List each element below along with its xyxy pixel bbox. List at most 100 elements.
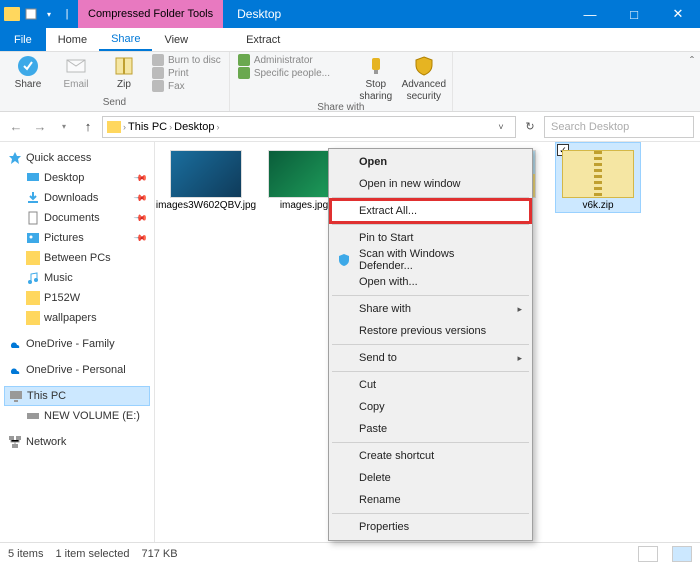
file-item[interactable]: images3W602QBV.jpg	[167, 150, 245, 211]
sidebar-item-between[interactable]: Between PCs	[4, 248, 150, 268]
sidebar-network[interactable]: Network	[4, 432, 150, 452]
file-item-selected[interactable]: ✓ v6k.zip	[559, 150, 637, 211]
admin-button[interactable]: Administrator	[238, 54, 348, 66]
sidebar-item-desktop[interactable]: Desktop📌	[4, 168, 150, 188]
menu-separator	[332, 442, 529, 443]
sidebar-new-volume[interactable]: NEW VOLUME (E:)	[4, 406, 150, 426]
qat-separator: |	[60, 7, 74, 21]
sidebar-item-pictures[interactable]: Pictures📌	[4, 228, 150, 248]
menu-share-with[interactable]: Share with▸	[331, 298, 530, 320]
burn-button[interactable]: Burn to disc	[152, 54, 221, 66]
menu-create-shortcut[interactable]: Create shortcut	[331, 445, 530, 467]
share-button[interactable]: Share	[8, 54, 48, 90]
menu-separator	[332, 197, 529, 198]
specific-people-button[interactable]: Specific people...	[238, 67, 348, 79]
tab-share[interactable]: Share	[99, 28, 152, 51]
maximize-button[interactable]: □	[612, 0, 656, 28]
statusbar: 5 items 1 item selected 717 KB	[0, 542, 700, 564]
status-size: 717 KB	[141, 548, 177, 560]
disc-icon	[152, 54, 164, 66]
shield-icon	[337, 253, 351, 267]
menu-separator	[332, 224, 529, 225]
fax-button[interactable]: Fax	[152, 80, 221, 92]
menu-rename[interactable]: Rename	[331, 489, 530, 511]
menu-pin-start[interactable]: Pin to Start	[331, 227, 530, 249]
titlebar: ▾ | Compressed Folder Tools Desktop — □ …	[0, 0, 700, 28]
group-label-send: Send	[8, 97, 221, 109]
nav-forward-button[interactable]: →	[30, 117, 50, 137]
email-button[interactable]: Email	[56, 54, 96, 90]
print-icon	[152, 67, 164, 79]
menu-paste[interactable]: Paste	[331, 418, 530, 440]
menu-open[interactable]: Open	[331, 151, 530, 173]
sidebar: Quick access Desktop📌 Downloads📌 Documen…	[0, 142, 155, 542]
sidebar-item-wallpapers[interactable]: wallpapers	[4, 308, 150, 328]
menu-extract-all[interactable]: Extract All...	[331, 200, 530, 222]
breadcrumb-dropdown[interactable]: ˅	[491, 117, 511, 137]
breadcrumb[interactable]: › This PC › Desktop › ˅	[102, 116, 516, 138]
refresh-button[interactable]: ↻	[520, 120, 540, 133]
menu-send-to[interactable]: Send to▸	[331, 347, 530, 369]
menu-open-with[interactable]: Open with...	[331, 271, 530, 293]
advanced-security-button[interactable]: Advanced security	[404, 54, 444, 102]
sidebar-item-downloads[interactable]: Downloads📌	[4, 188, 150, 208]
breadcrumb-icon	[107, 121, 121, 133]
menu-cut[interactable]: Cut	[331, 374, 530, 396]
sidebar-onedrive-personal[interactable]: OneDrive - Personal	[4, 360, 150, 380]
breadcrumb-sep: ›	[123, 122, 126, 132]
menu-copy[interactable]: Copy	[331, 396, 530, 418]
context-menu: Open Open in new window Extract All... P…	[328, 148, 533, 541]
menu-defender[interactable]: Scan with Windows Defender...	[331, 249, 530, 271]
sidebar-this-pc[interactable]: This PC	[4, 386, 150, 406]
fax-icon	[152, 80, 164, 92]
menu-delete[interactable]: Delete	[331, 467, 530, 489]
tab-home[interactable]: Home	[46, 28, 99, 51]
people-icon	[238, 67, 250, 79]
navbar: ← → ▾ ↑ › This PC › Desktop › ˅ ↻ Search…	[0, 112, 700, 142]
zip-button[interactable]: Zip	[104, 54, 144, 90]
breadcrumb-item[interactable]: Desktop	[174, 121, 214, 133]
file-menu[interactable]: File	[0, 28, 46, 51]
menu-separator	[332, 344, 529, 345]
sidebar-item-p152w[interactable]: P152W	[4, 288, 150, 308]
submenu-arrow-icon: ▸	[517, 304, 522, 315]
view-details-button[interactable]	[638, 546, 658, 562]
search-input[interactable]: Search Desktop	[544, 116, 694, 138]
menu-separator	[332, 513, 529, 514]
breadcrumb-item[interactable]: This PC	[128, 121, 167, 133]
window-title: Desktop	[223, 0, 295, 28]
file-name: images.jpg	[280, 200, 328, 211]
contextual-tab-label: Compressed Folder Tools	[88, 8, 213, 20]
group-label-sharewith: Share with	[238, 102, 444, 114]
menu-properties[interactable]: Properties	[331, 516, 530, 538]
minimize-button[interactable]: —	[568, 0, 612, 28]
thumbnail	[170, 150, 242, 198]
sidebar-onedrive-family[interactable]: OneDrive - Family	[4, 334, 150, 354]
contextual-tab-header: Compressed Folder Tools	[78, 0, 223, 28]
stop-sharing-button[interactable]: Stop sharing	[356, 54, 396, 102]
qat-properties-icon[interactable]	[24, 7, 38, 21]
print-button[interactable]: Print	[152, 67, 221, 79]
menu-restore[interactable]: Restore previous versions	[331, 320, 530, 342]
qat-dropdown-icon[interactable]: ▾	[42, 7, 56, 21]
menu-open-new-window[interactable]: Open in new window	[331, 173, 530, 195]
person-icon	[238, 54, 250, 66]
pin-icon: 📌	[133, 210, 149, 226]
tab-extract[interactable]: Extract	[228, 28, 298, 51]
menu-separator	[332, 371, 529, 372]
sidebar-item-documents[interactable]: Documents📌	[4, 208, 150, 228]
close-button[interactable]: ✕	[656, 0, 700, 28]
ribbon-collapse-button[interactable]: ˆ	[684, 52, 700, 70]
status-selected: 1 item selected	[55, 548, 129, 560]
view-thumbnails-button[interactable]	[672, 546, 692, 562]
ribbon: Share Email Zip Burn to disc Print Fax S…	[0, 52, 700, 112]
sidebar-quick-access[interactable]: Quick access	[4, 148, 150, 168]
file-name: images3W602QBV.jpg	[156, 200, 256, 211]
sidebar-item-music[interactable]: Music	[4, 268, 150, 288]
tab-view[interactable]: View	[152, 28, 200, 51]
zip-icon	[562, 150, 634, 198]
nav-back-button[interactable]: ←	[6, 117, 26, 137]
nav-up-button[interactable]: ↑	[78, 117, 98, 137]
nav-recent-button[interactable]: ▾	[54, 117, 74, 137]
pin-icon: 📌	[133, 170, 149, 186]
